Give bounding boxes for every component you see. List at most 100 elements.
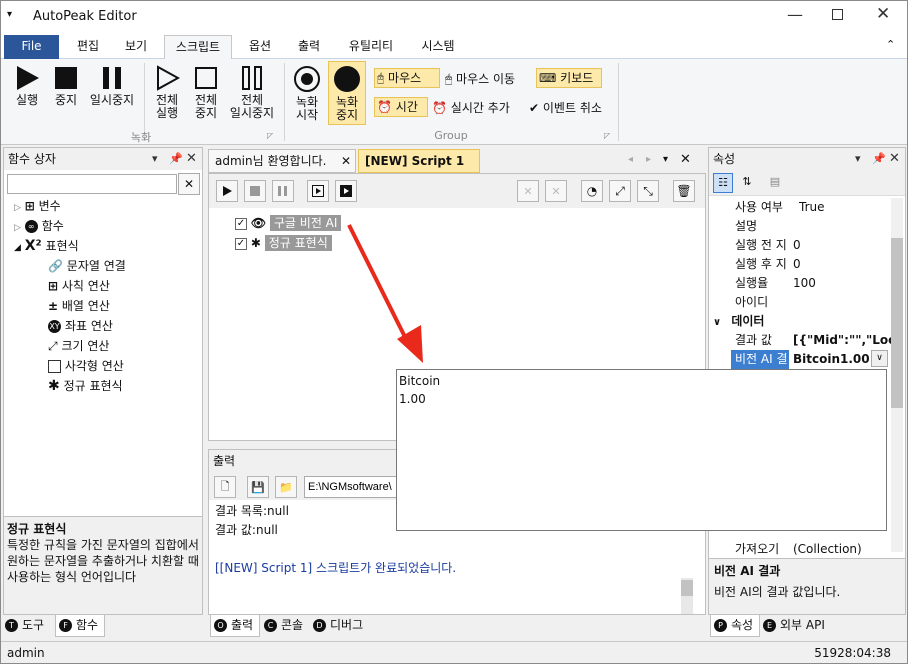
time-toggle[interactable]: ⏰ 시간: [374, 97, 428, 117]
checkbox[interactable]: ✓: [235, 217, 247, 230]
tree-item-function[interactable]: ▷ ∞ 함수: [14, 216, 64, 236]
tab-view[interactable]: 보기: [115, 35, 157, 59]
scroll-left-icon[interactable]: ◂: [628, 154, 633, 165]
property-row[interactable]: 설명: [713, 217, 893, 236]
stop-all-button[interactable]: 전체 중지: [188, 65, 224, 120]
scroll-right-icon[interactable]: ▸: [646, 154, 651, 165]
tree-item-variable[interactable]: ▷ ⊞ 변수: [14, 196, 61, 216]
expand-button[interactable]: ⤢: [609, 180, 631, 202]
file-menu[interactable]: File: [4, 35, 59, 59]
property-row[interactable]: 실행 후 지 0: [713, 255, 893, 274]
mouse-toggle[interactable]: 🖰 마우스: [374, 68, 440, 88]
tab-script[interactable]: 스크립트: [164, 35, 232, 59]
script-pause-button[interactable]: [272, 180, 294, 202]
property-row[interactable]: 사용 여부 True: [713, 198, 893, 217]
tab-utility[interactable]: 유틸리티: [339, 35, 403, 59]
close-icon[interactable]: ✕: [186, 148, 197, 170]
tree-item-regex[interactable]: ✱ 정규 표현식: [48, 376, 123, 396]
tree-item-arithmetic[interactable]: ⊞ 사칙 연산: [48, 276, 110, 296]
tab-options[interactable]: 옵션: [239, 35, 281, 59]
property-row[interactable]: 실행 전 지 0: [713, 236, 893, 255]
step-button[interactable]: [307, 180, 329, 202]
record-start-button[interactable]: 녹화 시작: [289, 63, 325, 122]
properties-scrollbar[interactable]: [891, 198, 903, 552]
checkbox[interactable]: ✓: [235, 237, 247, 250]
categorized-button[interactable]: ☷: [713, 173, 733, 193]
dialog-launcher-icon[interactable]: ◸: [604, 131, 610, 140]
tab-list-icon[interactable]: ▾: [663, 154, 668, 165]
collapse-ribbon-icon[interactable]: ⌃: [886, 38, 895, 51]
tree-item-array[interactable]: ± 배열 연산: [48, 296, 110, 316]
tab-welcome[interactable]: admin님 환영합니다. ✕: [208, 149, 356, 173]
scrollbar-thumb[interactable]: [891, 238, 903, 408]
maximize-icon[interactable]: [832, 9, 843, 20]
tab-output[interactable]: O 출력: [210, 615, 260, 637]
scrollbar-thumb[interactable]: [681, 580, 693, 596]
dialog-launcher-icon[interactable]: ◸: [267, 131, 273, 140]
close-icon[interactable]: ✕: [680, 152, 691, 167]
run-all-button[interactable]: 전체 실행: [149, 65, 185, 120]
pin-icon[interactable]: 📌: [169, 148, 183, 170]
disabled-button[interactable]: ✕: [545, 180, 567, 202]
open-folder-button[interactable]: 📁: [275, 476, 297, 498]
keyboard-toggle[interactable]: ⌨ 키보드: [536, 68, 602, 88]
expand-icon[interactable]: ▷: [14, 203, 21, 213]
realtime-add-toggle[interactable]: ⏰ 실시간 추가: [432, 99, 510, 116]
script-node[interactable]: ✓ 👁 구글 비전 AI: [235, 214, 342, 232]
script-node[interactable]: ✓ ✱ 정규 표현식: [235, 234, 332, 252]
property-row-selected[interactable]: 비전 AI 결 Bitcoin1.00: [713, 350, 893, 369]
panel-menu-icon[interactable]: ▾: [152, 148, 158, 170]
collapse-icon[interactable]: ◢: [14, 243, 21, 253]
close-icon[interactable]: ✕: [876, 4, 890, 24]
property-row[interactable]: 실행율 100: [713, 274, 893, 293]
script-stop-button[interactable]: [244, 180, 266, 202]
property-pages-button[interactable]: ▤: [765, 173, 785, 193]
property-row[interactable]: 아이디: [713, 293, 893, 312]
tab-debug[interactable]: D 디버그: [313, 615, 373, 637]
tab-properties[interactable]: P 속성: [710, 615, 760, 637]
system-menu-icon[interactable]: ▾: [7, 9, 12, 20]
mouse-move-toggle[interactable]: 🖱 마우스 이동: [445, 70, 515, 87]
sort-az-button[interactable]: ⇅: [737, 173, 757, 193]
save-log-button[interactable]: 💾: [247, 476, 269, 498]
refresh-button[interactable]: ◔: [581, 180, 603, 202]
function-search-input[interactable]: [7, 174, 177, 194]
stop-button[interactable]: 중지: [49, 65, 83, 107]
tree-item-expression[interactable]: ◢ X² 표현식: [14, 236, 79, 256]
record-stop-button[interactable]: 녹화 중지: [328, 61, 366, 125]
delete-button[interactable]: 🗑: [673, 180, 695, 202]
tree-item-string-concat[interactable]: 🔗 문자열 연결: [48, 256, 126, 276]
pause-button[interactable]: 일시중지: [87, 65, 137, 107]
minimize-icon[interactable]: —: [787, 5, 803, 24]
event-cancel-toggle[interactable]: ✔ 이벤트 취소: [529, 99, 602, 116]
scrollbar[interactable]: [681, 578, 693, 614]
tab-edit[interactable]: 편집: [67, 35, 109, 59]
pause-all-button[interactable]: 전체 일시중지: [227, 65, 277, 120]
tree-item-rectangle[interactable]: 사각형 연산: [48, 356, 124, 376]
tab-external-api[interactable]: E 외부 API: [763, 615, 843, 637]
property-row[interactable]: 결과 값 [{"Mid":"","Local: [713, 331, 893, 350]
pin-icon[interactable]: 📌: [872, 148, 886, 170]
run-to-button[interactable]: [335, 180, 357, 202]
tree-item-coordinate[interactable]: XY 좌표 연산: [48, 316, 113, 336]
tab-system[interactable]: 시스템: [413, 35, 463, 59]
close-icon[interactable]: ✕: [889, 148, 900, 170]
tab-console[interactable]: C 콘솔: [264, 615, 314, 637]
tree-item-size[interactable]: ⤢ 크기 연산: [48, 336, 109, 356]
disabled-button[interactable]: ✕: [517, 180, 539, 202]
chevron-down-icon[interactable]: ∨: [713, 317, 721, 328]
tab-functions[interactable]: F 함수: [55, 615, 105, 637]
clear-search-button[interactable]: ✕: [178, 173, 200, 195]
panel-menu-icon[interactable]: ▾: [855, 148, 861, 170]
property-row[interactable]: 가져오기 (Collection): [713, 540, 893, 559]
expand-icon[interactable]: ▷: [14, 223, 21, 233]
script-run-button[interactable]: [216, 180, 238, 202]
tab-output[interactable]: 출력: [288, 35, 330, 59]
collapse-button[interactable]: ⤡: [637, 180, 659, 202]
tab-tools[interactable]: T 도구: [5, 615, 55, 637]
run-button[interactable]: 실행: [9, 65, 45, 107]
new-log-button[interactable]: 🗋: [214, 476, 236, 498]
tab-script[interactable]: [NEW] Script 1: [358, 149, 480, 173]
dropdown-button[interactable]: ∨: [871, 350, 888, 367]
log-path-input[interactable]: [304, 476, 404, 498]
